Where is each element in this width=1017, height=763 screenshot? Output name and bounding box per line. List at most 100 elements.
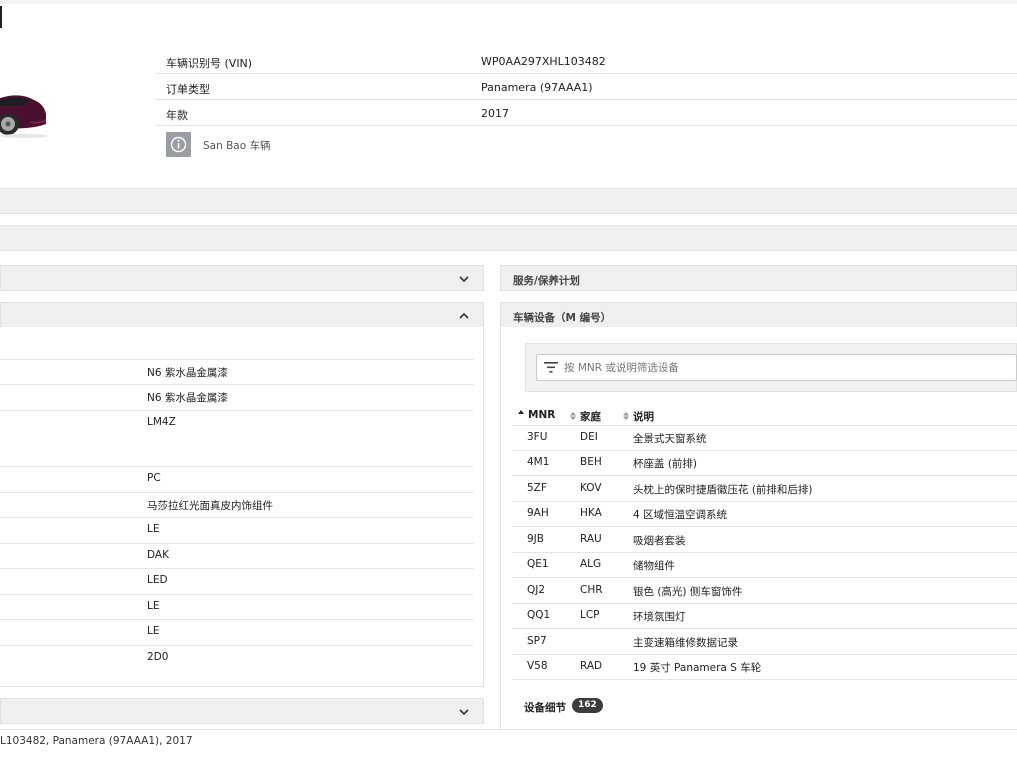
footer-bar: L103482, Panamera (97AAA1), 2017: [0, 729, 1017, 763]
left-panel-collapsed-header[interactable]: [0, 265, 484, 291]
table-row[interactable]: V58 RAD 19 英寸 Panamera S 车轮: [512, 655, 1017, 680]
table-row[interactable]: 9AH HKA 4 区域恒温空调系统: [512, 502, 1017, 527]
equipment-count-badge: 162: [572, 698, 603, 713]
column-header-family-label: 家庭: [580, 411, 601, 423]
order-type-label: 订单类型: [166, 83, 210, 96]
vehicle-image: [0, 84, 48, 140]
table-row[interactable]: QQ1 LCP 环境氛围灯: [512, 604, 1017, 629]
table-row[interactable]: 9JB RAU 吸烟者套装: [512, 528, 1017, 553]
option-value: DAK: [147, 549, 169, 561]
equipment-details-label[interactable]: 设备细节: [524, 700, 566, 715]
info-icon[interactable]: [166, 132, 191, 157]
cell-family: DEI: [580, 431, 598, 443]
cell-family: KOV: [580, 482, 602, 494]
cell-description: 银色 (高光) 侧车窗饰件: [633, 586, 743, 598]
option-row: LE: [0, 518, 474, 544]
table-row[interactable]: 3FU DEI 全景式天窗系统: [512, 426, 1017, 451]
cell-family: RAU: [580, 533, 602, 545]
sort-icon: [623, 412, 629, 420]
column-header-family[interactable]: 家庭: [569, 409, 601, 424]
option-value: LM4Z: [147, 416, 176, 428]
cell-description: 杯座盖 (前排): [633, 458, 698, 470]
table-row[interactable]: 5ZF KOV 头枕上的保时捷盾徽压花 (前排和后排): [512, 477, 1017, 502]
cell-family: RAD: [580, 660, 603, 672]
option-row: [0, 334, 474, 360]
vin-value: WP0AA297XHL103482: [481, 55, 606, 68]
vin-label: 车辆识别号 (VIN): [166, 57, 253, 70]
cell-mnr: 5ZF: [527, 482, 547, 494]
sort-icon: [570, 412, 576, 420]
column-header-mnr-label: MNR: [528, 409, 556, 421]
option-value: PC: [147, 472, 161, 484]
chevron-down-icon[interactable]: [457, 705, 471, 719]
filter-icon: [544, 362, 558, 373]
service-plan-title: 服务/保养计划: [513, 275, 580, 287]
vehicle-info-row-model-year: 年款 2017: [155, 100, 1017, 126]
cell-family: ALG: [580, 558, 602, 570]
cell-family: BEH: [580, 456, 602, 468]
left-panel-expanded-header[interactable]: [0, 302, 484, 328]
option-value: 2D0: [147, 651, 169, 663]
footer-vehicle-summary: L103482, Panamera (97AAA1), 2017: [0, 735, 193, 747]
cell-mnr: 4M1: [527, 456, 550, 468]
option-value: N6 紫水晶金属漆: [147, 392, 228, 404]
option-row: N6 紫水晶金属漆: [0, 385, 474, 411]
column-header-description[interactable]: 说明: [622, 409, 654, 424]
cell-mnr: QE1: [527, 558, 549, 570]
equipment-header[interactable]: 车辆设备（M 编号）: [500, 302, 1017, 328]
cell-mnr: 9AH: [527, 507, 549, 519]
model-year-value: 2017: [481, 107, 509, 120]
cell-description: 4 区域恒温空调系统: [633, 509, 728, 521]
cell-mnr: 9JB: [527, 533, 544, 545]
equipment-title: 车辆设备（M 编号）: [513, 312, 612, 324]
cell-family: HKA: [580, 507, 602, 519]
top-band: [0, 0, 1017, 4]
cell-description: 全景式天窗系统: [633, 433, 707, 445]
option-value: 马莎拉红光面真皮内饰组件: [147, 500, 273, 512]
cell-mnr: SP7: [527, 635, 547, 647]
section-band-2[interactable]: [0, 225, 1017, 251]
table-row[interactable]: QE1 ALG 储物组件: [512, 553, 1017, 578]
option-value: N6 紫水晶金属漆: [147, 367, 228, 379]
order-type-value: Panamera (97AAA1): [481, 81, 593, 94]
top-accent-bar: [0, 6, 2, 28]
chevron-down-icon[interactable]: [457, 272, 471, 286]
option-row: LE: [0, 595, 474, 620]
cell-mnr: 3FU: [527, 431, 548, 443]
column-header-mnr[interactable]: MNR: [517, 409, 555, 421]
cell-family: CHR: [580, 584, 603, 596]
column-header-description-label: 说明: [633, 411, 654, 423]
option-row: 2D0: [0, 646, 474, 671]
vehicle-info-row-order-type: 订单类型 Panamera (97AAA1): [155, 74, 1017, 100]
option-value: LE: [147, 523, 160, 535]
option-value: LE: [147, 625, 160, 637]
option-row: DAK: [0, 544, 474, 569]
option-row: LM4Z: [0, 411, 474, 467]
vehicle-info-row-vin: 车辆识别号 (VIN) WP0AA297XHL103482: [155, 48, 1017, 74]
equipment-filter-input[interactable]: [536, 354, 1017, 381]
section-band-1[interactable]: [0, 188, 1017, 214]
model-year-label: 年款: [166, 109, 188, 122]
sort-asc-icon: [518, 410, 524, 418]
left-panel-bottom-header[interactable]: [0, 698, 484, 724]
table-row[interactable]: SP7 主变速箱维修数据记录: [512, 630, 1017, 655]
service-plan-header[interactable]: 服务/保养计划: [500, 265, 1017, 291]
cell-mnr: V58: [527, 660, 548, 672]
cell-description: 主变速箱维修数据记录: [633, 637, 738, 649]
option-row: LED: [0, 569, 474, 595]
cell-description: 吸烟者套装: [633, 535, 686, 547]
option-row: LE: [0, 620, 474, 646]
cell-description: 头枕上的保时捷盾徽压花 (前排和后排): [633, 484, 813, 496]
chevron-up-icon[interactable]: [457, 309, 471, 323]
cell-description: 环境氛围灯: [633, 611, 686, 623]
table-row[interactable]: 4M1 BEH 杯座盖 (前排): [512, 451, 1017, 476]
cell-mnr: QJ2: [527, 584, 546, 596]
option-value: LED: [147, 574, 168, 586]
cell-description: 19 英寸 Panamera S 车轮: [633, 662, 762, 674]
table-row[interactable]: QJ2 CHR 银色 (高光) 侧车窗饰件: [512, 579, 1017, 604]
option-value: LE: [147, 600, 160, 612]
option-row: N6 紫水晶金属漆: [0, 360, 474, 385]
option-row: 马莎拉红光面真皮内饰组件: [0, 493, 474, 518]
option-row: PC: [0, 467, 474, 493]
cell-mnr: QQ1: [527, 609, 551, 621]
